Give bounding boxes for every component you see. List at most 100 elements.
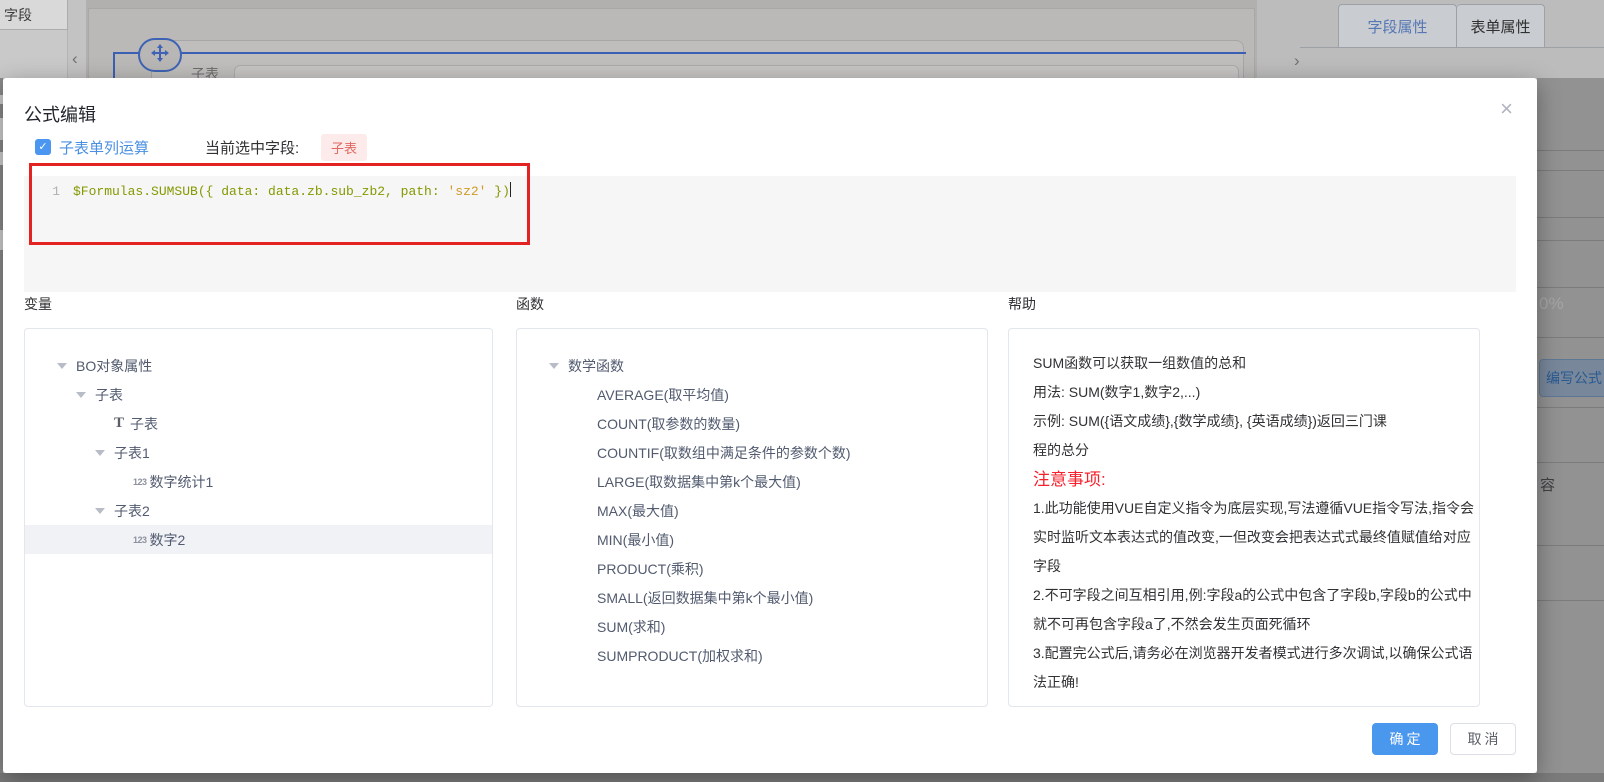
tab-field-properties-label: 字段属性 [1367,16,1427,37]
write-formula-button-label: 编写公式 [1546,368,1602,388]
number-field-icon: 123 [133,477,147,487]
function-label: AVERAGE(取平均值) [597,385,729,405]
variables-panel: BO对象属性子表T子表子表1123数字统计1子表2123数字2 [24,328,493,707]
variable-label: 子表1 [114,443,150,463]
property-row-divider [1537,287,1604,288]
variable-item[interactable]: 子表1 [25,438,492,467]
selected-field-label: 当前选中字段: [205,137,299,158]
function-item[interactable]: COUNT(取参数的数量) [517,409,987,438]
expand-arrow-icon[interactable] [95,450,105,456]
property-row-divider [1537,407,1604,408]
cancel-button[interactable]: 取消 [1450,723,1516,755]
help-text-line: 法正确! [1033,668,1455,697]
help-text-line: 示例: SUM({语文成绩},{数学成绩}, {英语成绩})返回三门课 [1033,407,1455,436]
help-panel: SUM函数可以获取一组数值的总和用法: SUM(数字1,数字2,...)示例: … [1008,328,1480,707]
left-collapse-handle: ‹ [68,0,86,78]
variable-label: 子表 [95,385,123,405]
tabbar-divider [1300,47,1604,48]
confirm-button-label: 确定 [1390,729,1424,749]
canvas-node-label: 子表 [191,64,219,78]
function-item[interactable]: MIN(最小值) [517,525,987,554]
function-item[interactable]: AVERAGE(取平均值) [517,380,987,409]
function-item[interactable]: 数学函数 [517,351,987,380]
number-field-icon: 123 [133,535,147,545]
function-label: SUMPRODUCT(加权求和) [597,646,763,666]
help-text-line: 程的总分 [1033,436,1455,465]
left-panel-background [0,30,68,78]
property-row-divider [1537,170,1604,171]
chevron-right-icon: › [1294,52,1300,69]
variable-item[interactable]: 子表2 [25,496,492,525]
variable-label: 子表 [130,414,158,434]
function-label: PRODUCT(乘积) [597,559,704,579]
expand-arrow-icon[interactable] [57,363,67,369]
property-row-divider [1537,337,1604,338]
form-designer-canvas: 子表 [86,0,1257,78]
subtable-column-checkbox[interactable]: ✓ [35,139,51,155]
text-field-icon: T [114,415,124,432]
function-label: COUNTIF(取数组中满足条件的参数个数) [597,443,851,463]
variable-label: 数字2 [150,530,186,550]
code-text-end: }) [486,184,509,199]
app-root: 字段 ‹ 子表 › [0,0,1604,782]
expand-arrow-icon[interactable] [76,392,86,398]
canvas-sub-box [234,65,1239,78]
function-label: SMALL(返回数据集中第k个最小值) [597,588,813,608]
function-item[interactable]: PRODUCT(乘积) [517,554,987,583]
close-icon[interactable]: × [1500,98,1513,120]
chevron-left-icon: ‹ [72,50,78,67]
property-row-divider [1537,150,1604,151]
line-number: 1 [46,184,60,199]
selection-outline [113,52,1246,54]
help-text-line: 实时监听文本表达式的值改变,一但改变会把表达式式最终值赋值给对应 [1033,523,1455,552]
subtable-column-checkbox-label[interactable]: 子表单列运算 [59,137,149,158]
code-string: 'sz2' [447,184,486,199]
selection-outline-corner [113,52,115,78]
left-fields-tab: 字段 [0,0,68,30]
function-item[interactable]: SUM(求和) [517,612,987,641]
property-row-divider [1537,462,1604,463]
drag-handle [138,38,182,72]
property-row-divider [1537,545,1604,546]
help-notes-heading: 注意事项: [1033,465,1455,494]
function-item[interactable]: LARGE(取数据集中第k个最大值) [517,467,987,496]
function-label: MAX(最大值) [597,501,679,521]
move-icon [150,43,170,68]
variable-item[interactable]: 123数字统计1 [25,467,492,496]
confirm-button[interactable]: 确定 [1372,723,1438,755]
background-properties-panel: 0% 编写公式 容 [1537,78,1604,773]
code-text: $Formulas.SUMSUB({ data: data.zb.sub_zb2… [73,184,447,199]
property-row-divider [1537,600,1604,601]
function-item[interactable]: SMALL(返回数据集中第k个最小值) [517,583,987,612]
variable-item[interactable]: T 子表 [25,409,492,438]
function-label: 数学函数 [568,356,624,376]
expand-arrow-icon[interactable] [95,508,105,514]
property-row-divider [1537,217,1604,218]
modal-title: 公式编辑 [24,101,96,127]
variable-label: 子表2 [114,501,150,521]
help-text-line: 字段 [1033,552,1455,581]
help-text-line: 3.配置完公式后,请务必在浏览器开发者模式进行多次调试,以确保公式语 [1033,639,1455,668]
variable-item[interactable]: 123数字2 [25,525,492,554]
functions-section-label: 函数 [516,294,544,314]
formula-edit-modal: × 公式编辑 ✓ 子表单列运算 当前选中字段: 子表 1 $Formulas.SU… [3,78,1537,773]
formula-code-editor[interactable]: 1 $Formulas.SUMSUB({ data: data.zb.sub_zb… [24,176,1516,292]
help-section-label: 帮助 [1008,294,1036,314]
cancel-button-label: 取消 [1468,729,1502,749]
clipped-property-label: 容 [1540,474,1555,495]
background-bottom [0,773,1604,782]
variables-section-label: 变量 [24,294,52,314]
canvas-card: 子表 [88,8,1255,78]
variable-item[interactable]: BO对象属性 [25,351,492,380]
left-fields-tab-label: 字段 [4,7,32,23]
variable-item[interactable]: 子表 [25,380,492,409]
function-item[interactable]: MAX(最大值) [517,496,987,525]
write-formula-button: 编写公式 [1539,359,1604,397]
expand-arrow-icon[interactable] [549,363,559,369]
function-item[interactable]: COUNTIF(取数组中满足条件的参数个数) [517,438,987,467]
help-text-line: SUM函数可以获取一组数值的总和 [1033,349,1455,378]
functions-panel: 数学函数 AVERAGE(取平均值) COUNT(取参数的数量) COUNTIF(取数… [516,328,988,707]
percent-value: 0% [1539,294,1564,314]
function-item[interactable]: SUMPRODUCT(加权求和) [517,641,987,670]
background-header: 字段 ‹ 子表 › [0,0,1604,78]
